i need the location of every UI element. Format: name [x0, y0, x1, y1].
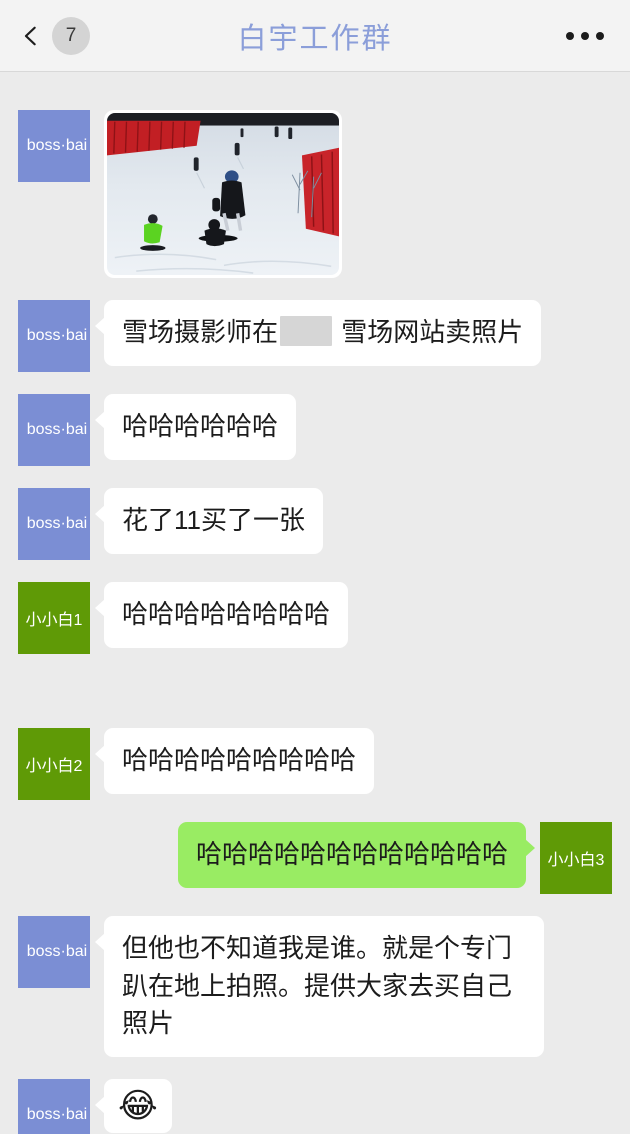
more-dots-icon	[566, 31, 574, 40]
message-row: boss·bai 雪场摄影师在 雪场网站卖照片	[0, 300, 630, 372]
chevron-left-icon	[24, 26, 36, 45]
more-options-button[interactable]	[566, 31, 604, 40]
page-title: 白宇工作群	[237, 22, 393, 55]
avatar[interactable]: boss·bai	[18, 488, 90, 560]
unread-count-badge[interactable]: 7	[52, 16, 90, 55]
more-dots-icon	[596, 31, 604, 40]
message-row: boss·bai 花了11买了一张	[0, 488, 630, 560]
message-row: 小小白2 哈哈哈哈哈哈哈哈哈	[0, 728, 630, 800]
message-bubble[interactable]: 哈哈哈哈哈哈哈哈	[94, 582, 349, 648]
message-gap	[0, 676, 630, 728]
avatar[interactable]: boss·bai	[18, 394, 90, 466]
message-row: 小小白1 哈哈哈哈哈哈哈哈	[0, 582, 630, 654]
avatar[interactable]: 小小白1	[18, 582, 90, 654]
avatar-label: boss·bai	[26, 1106, 88, 1124]
avatar-label: 小小白3	[547, 852, 605, 869]
avatar[interactable]: 小小白3	[540, 822, 612, 894]
avatar-label: 小小白2	[25, 758, 83, 775]
avatar-label: 小小白1	[25, 612, 83, 629]
redacted-block	[280, 316, 333, 346]
message-bubble[interactable]: 但他也不知道我是谁。就是个专门趴在地上拍照。提供大家去买自己照片	[95, 916, 544, 1058]
message-row: boss·bai 哈哈哈哈哈哈	[0, 394, 630, 466]
message-row: boss·bai	[0, 110, 630, 278]
message-bubble[interactable]: 雪场摄影师在 雪场网站卖照片	[94, 300, 542, 366]
avatar-label: boss·bai	[26, 515, 88, 532]
message-row: 哈哈哈哈哈哈哈哈哈哈哈哈 小小白3	[0, 822, 630, 894]
back-button[interactable]: 7	[20, 16, 90, 55]
more-dots-icon	[581, 31, 589, 40]
avatar[interactable]: boss·bai	[18, 110, 90, 182]
avatar-label: boss·bai	[26, 421, 88, 438]
message-text-before: 雪场摄影师在	[122, 317, 279, 347]
emoji-message-bubble[interactable]: 😂	[95, 1079, 172, 1134]
message-bubble[interactable]: 哈哈哈哈哈哈哈哈哈哈哈哈	[177, 822, 536, 888]
image-message-bubble[interactable]	[104, 110, 342, 278]
message-row: boss·bai 但他也不知道我是谁。就是个专门趴在地上拍照。提供大家去买自己照…	[0, 916, 630, 1058]
avatar[interactable]: boss·bai	[18, 300, 90, 372]
message-bubble[interactable]: 哈哈哈哈哈哈哈哈哈	[94, 728, 375, 794]
message-list[interactable]: boss·bai boss·bai 雪场摄影师在 雪场网站卖照片 boss·ba…	[0, 72, 630, 1134]
avatar-label: boss·bai	[26, 327, 88, 344]
message-text-after: 雪场网站卖照片	[334, 317, 524, 347]
avatar[interactable]: boss·bai	[18, 916, 90, 988]
avatar[interactable]: boss·bai	[18, 1079, 90, 1134]
message-bubble[interactable]: 花了11买了一张	[95, 488, 323, 554]
avatar-label: boss·bai	[26, 943, 88, 960]
ski-slope-photo	[107, 113, 339, 275]
avatar[interactable]: 小小白2	[18, 728, 90, 800]
message-row: boss·bai 😂	[0, 1079, 630, 1134]
message-bubble[interactable]: 哈哈哈哈哈哈	[94, 394, 297, 460]
avatar-label: boss·bai	[26, 137, 88, 154]
chat-header: 7 白宇工作群	[0, 0, 630, 72]
